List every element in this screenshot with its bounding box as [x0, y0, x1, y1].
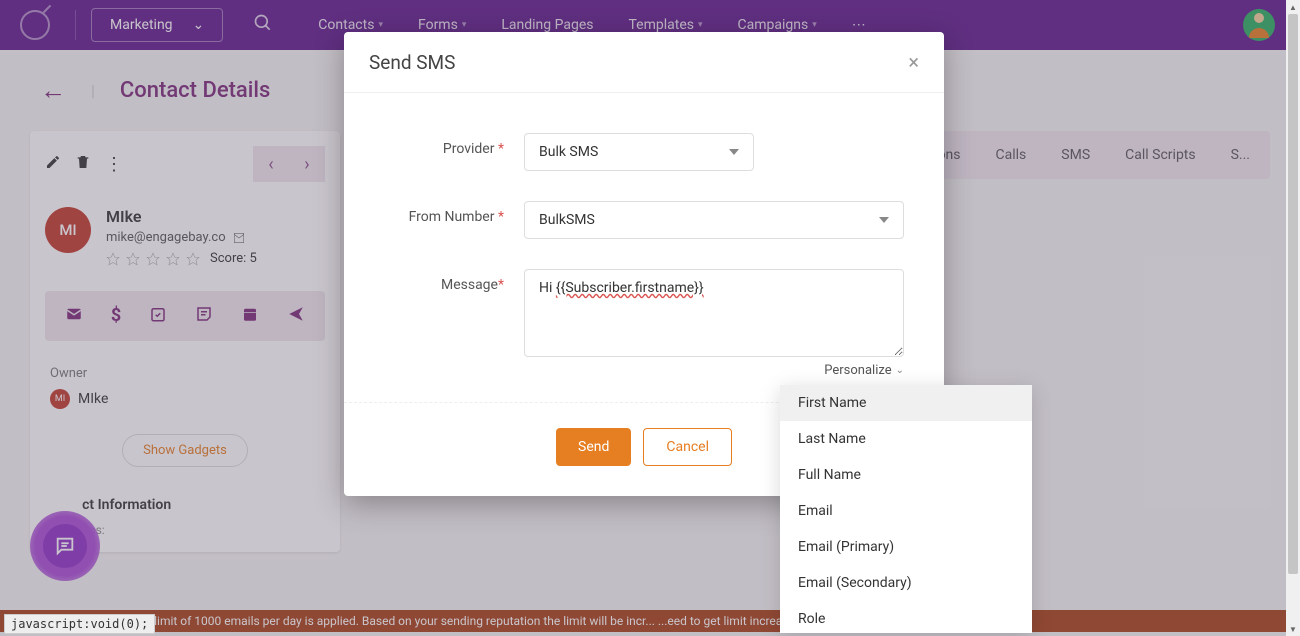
- close-icon[interactable]: ×: [908, 50, 919, 74]
- provider-value: Bulk SMS: [539, 144, 598, 160]
- scrollbar-thumb[interactable]: [1288, 14, 1298, 574]
- list-item[interactable]: Email: [780, 493, 1032, 529]
- list-item[interactable]: Last Name: [780, 421, 1032, 457]
- status-bar-url: javascript:void(0);: [4, 614, 155, 634]
- scroll-up-icon[interactable]: ▲: [1286, 0, 1300, 14]
- message-label: Message*: [384, 269, 524, 293]
- window-scrollbar[interactable]: ▲ ▼: [1286, 0, 1300, 636]
- from-value: BulkSMS: [539, 212, 595, 228]
- chevron-down-icon: ⌄: [896, 365, 904, 376]
- cancel-button[interactable]: Cancel: [643, 428, 732, 466]
- list-item[interactable]: Role: [780, 601, 1032, 633]
- provider-select[interactable]: Bulk SMS: [524, 133, 754, 171]
- personalize-dropdown-list: First Name Last Name Full Name Email Ema…: [780, 385, 1032, 633]
- list-item[interactable]: Email (Secondary): [780, 565, 1032, 601]
- modal-title: Send SMS: [369, 51, 455, 74]
- personalize-dropdown-trigger[interactable]: Personalize ⌄: [524, 363, 904, 378]
- from-number-label: From Number *: [384, 201, 524, 225]
- chevron-down-icon: [879, 217, 889, 223]
- list-item[interactable]: First Name: [780, 385, 1032, 421]
- chevron-down-icon: [729, 149, 739, 155]
- from-number-select[interactable]: BulkSMS: [524, 201, 904, 239]
- scroll-down-icon[interactable]: ▼: [1286, 622, 1300, 636]
- message-textarea[interactable]: Hi {{Subscriber.firstname}}: [524, 269, 904, 357]
- send-button[interactable]: Send: [556, 428, 631, 466]
- list-item[interactable]: Email (Primary): [780, 529, 1032, 565]
- list-item[interactable]: Full Name: [780, 457, 1032, 493]
- provider-label: Provider *: [384, 133, 524, 157]
